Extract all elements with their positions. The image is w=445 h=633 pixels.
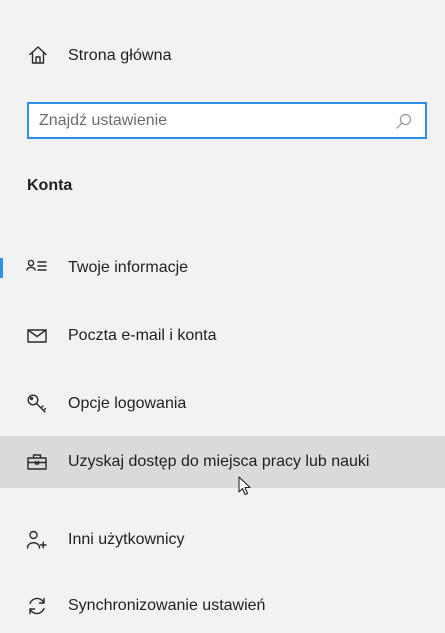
user-info-icon [26,257,48,279]
search-box[interactable] [27,102,427,139]
selection-indicator [0,258,3,278]
sidebar-item-label: Uzyskaj dostęp do miejsca pracy lub nauk… [68,453,370,470]
search-icon[interactable] [395,112,413,130]
home-link[interactable]: Strona główna [0,34,445,78]
sidebar-item-label: Inni użytkownicy [68,531,185,548]
home-label: Strona główna [68,47,172,64]
search-input[interactable] [29,104,389,137]
sync-icon [26,595,48,617]
sidebar-item-sync-settings[interactable]: Synchronizowanie ustawień [0,580,445,632]
briefcase-icon [26,451,48,473]
home-icon [27,44,49,66]
sidebar-item-label: Poczta e-mail i konta [68,327,217,344]
sidebar-item-other-users[interactable]: Inni użytkownicy [0,514,445,566]
key-icon [26,393,48,415]
sidebar-item-label: Opcje logowania [68,395,187,412]
sidebar-item-label: Synchronizowanie ustawień [68,597,266,614]
sidebar-item-email-accounts[interactable]: Poczta e-mail i konta [0,310,445,362]
sidebar-item-access-work-school[interactable]: Uzyskaj dostęp do miejsca pracy lub nauk… [0,436,445,488]
sidebar-item-your-info[interactable]: Twoje informacje [0,242,445,294]
mail-icon [26,325,48,347]
add-user-icon [26,529,48,551]
section-title: Konta [27,177,73,194]
settings-sidebar: Strona główna Konta Twoje informacje [0,0,445,633]
sidebar-item-label: Twoje informacje [68,259,189,276]
sidebar-item-sign-in-options[interactable]: Opcje logowania [0,378,445,430]
